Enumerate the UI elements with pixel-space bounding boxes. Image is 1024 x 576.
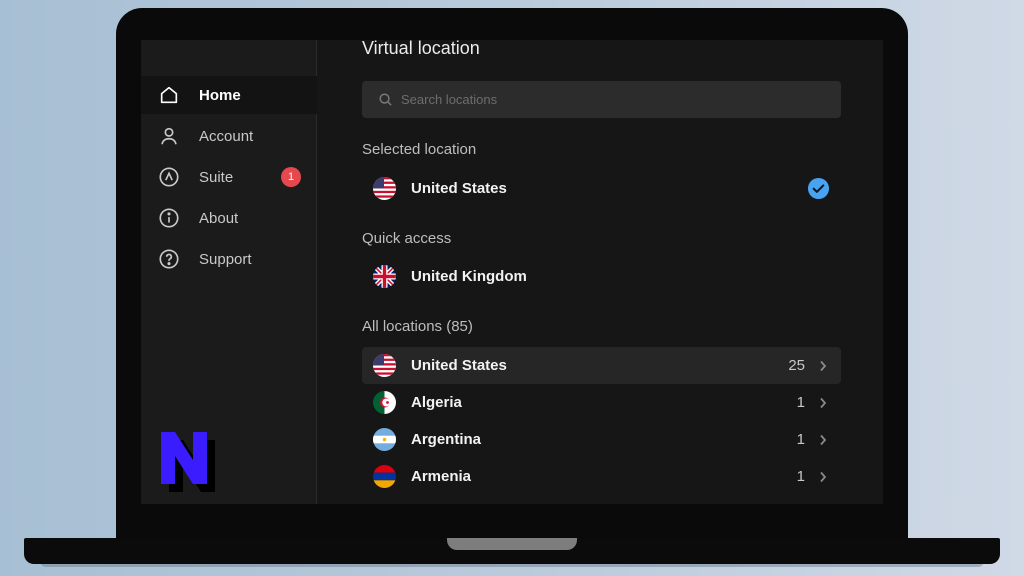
location-row-armenia[interactable]: Armenia 1 xyxy=(362,458,841,495)
chevron-right-icon xyxy=(819,471,827,483)
sidebar-item-label: Suite xyxy=(199,168,234,186)
laptop-notch xyxy=(447,538,577,550)
search-bar[interactable] xyxy=(362,81,841,118)
user-icon xyxy=(158,125,180,147)
armenia-flag-icon xyxy=(373,465,396,488)
home-icon xyxy=(158,84,180,106)
search-icon xyxy=(379,93,392,106)
main-panel: Virtual location Selected location Unite… xyxy=(317,40,883,504)
argentina-flag-icon xyxy=(373,428,396,451)
sidebar-item-about[interactable]: About xyxy=(141,199,317,237)
algeria-flag-icon xyxy=(373,391,396,414)
all-locations-heading: All locations (85) xyxy=(362,318,473,335)
server-count: 25 xyxy=(788,357,805,374)
us-flag-icon xyxy=(373,177,396,200)
sidebar-item-label: Home xyxy=(199,86,241,104)
server-count: 1 xyxy=(796,394,805,411)
nordvpn-n-logo xyxy=(159,430,223,492)
check-circle-icon xyxy=(807,177,830,205)
page-title: Virtual location xyxy=(362,40,480,58)
location-name: Armenia xyxy=(411,468,472,485)
uk-flag-icon xyxy=(373,265,396,288)
notification-badge: 1 xyxy=(281,167,301,187)
server-count: 1 xyxy=(796,431,805,448)
sidebar-item-label: Account xyxy=(199,127,254,145)
location-name: United States xyxy=(411,357,507,374)
sidebar-item-support[interactable]: Support xyxy=(141,240,317,278)
chevron-right-icon xyxy=(819,434,827,446)
app-window: Home Account Suite 1 About Support Virtu… xyxy=(141,40,883,504)
server-count: 1 xyxy=(796,468,805,485)
sidebar-item-label: About xyxy=(199,209,239,227)
location-row-algeria[interactable]: Algeria 1 xyxy=(362,384,841,421)
quick-access-row[interactable]: United Kingdom xyxy=(362,258,841,295)
info-icon xyxy=(158,207,180,229)
sidebar: Home Account Suite 1 About Support xyxy=(141,40,317,504)
us-flag-icon xyxy=(373,354,396,377)
sidebar-item-suite[interactable]: Suite 1 xyxy=(141,158,317,196)
search-input[interactable] xyxy=(401,92,801,107)
location-name: Argentina xyxy=(411,431,482,448)
quick-access-heading: Quick access xyxy=(362,230,452,247)
location-row-argentina[interactable]: Argentina 1 xyxy=(362,421,841,458)
help-icon xyxy=(158,248,180,270)
suite-icon xyxy=(158,166,180,188)
location-row-united-states[interactable]: United States 25 xyxy=(362,347,841,384)
location-name: United Kingdom xyxy=(411,268,527,285)
location-name: United States xyxy=(411,180,507,197)
chevron-right-icon xyxy=(819,397,827,409)
selected-location-row[interactable]: United States xyxy=(362,170,841,207)
location-name: Algeria xyxy=(411,394,462,411)
sidebar-item-account[interactable]: Account xyxy=(141,117,317,155)
chevron-right-icon xyxy=(819,360,827,372)
sidebar-item-label: Support xyxy=(199,250,252,268)
sidebar-item-home[interactable]: Home xyxy=(141,76,317,114)
selected-location-heading: Selected location xyxy=(362,141,477,158)
